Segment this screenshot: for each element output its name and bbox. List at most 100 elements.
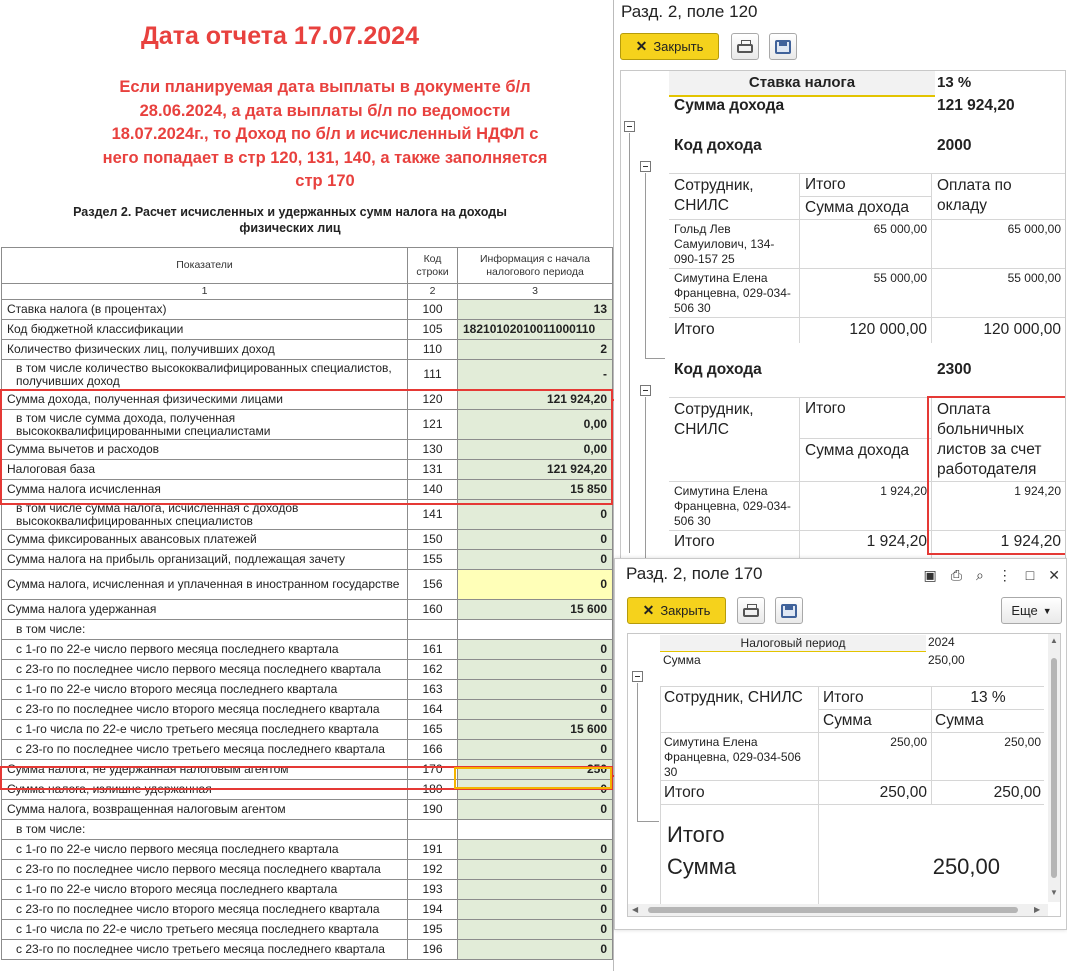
column-employee: Сотрудник, СНИЛС [664, 689, 803, 706]
row-value: 15 600 [457, 599, 613, 620]
row-code: 166 [407, 739, 458, 760]
row-code: 161 [407, 639, 458, 660]
save-button[interactable] [769, 33, 797, 60]
row-code: 100 [407, 299, 458, 320]
preview-icon[interactable]: ⌕ [976, 567, 984, 584]
subtotal-total: 250,00 [879, 784, 927, 801]
report-row: Сумма вычетов и расходов 130 0,00 [1, 439, 613, 460]
close-icon[interactable]: ✕ [1048, 567, 1060, 584]
row-value: 121 924,20 [457, 459, 613, 480]
save-icon[interactable]: ▣ [924, 567, 937, 584]
row-value: 250 [457, 759, 613, 780]
vertical-scrollbar[interactable]: ▲ ▼ [1048, 634, 1060, 902]
row-code: 120 [407, 389, 458, 410]
row-label: Ставка налога (в процентах) [1, 299, 408, 320]
report-row: в том числе: [1, 819, 613, 840]
collapse-icon[interactable] [640, 161, 651, 172]
row-code: 140 [407, 479, 458, 500]
subtotal-label: Итого [664, 784, 705, 801]
column-pay: Оплата по окладу [937, 177, 1012, 214]
scroll-down-icon[interactable]: ▼ [1050, 888, 1058, 897]
scroll-left-icon[interactable]: ◀ [632, 905, 638, 914]
more-button[interactable]: Еще ▼ [1001, 597, 1062, 624]
print-button[interactable] [737, 597, 765, 624]
row-code: 191 [407, 839, 458, 860]
collapse-icon[interactable] [640, 385, 651, 396]
spreadsheet-120[interactable]: Ставка налога 13 % Сумма дохода 121 924,… [620, 70, 1066, 560]
row-code: 155 [407, 549, 458, 570]
row-code: 110 [407, 339, 458, 360]
section2-table: Показатели Код строки Информация с начал… [1, 247, 613, 960]
row-value: 0 [457, 699, 613, 720]
employee-total: 65 000,00 [873, 222, 927, 236]
row-value: 0 [457, 859, 613, 880]
employee-total: 55 000,00 [873, 271, 927, 285]
printer-icon[interactable]: ⎙ [951, 567, 962, 584]
scroll-up-icon[interactable]: ▲ [1050, 636, 1058, 645]
column-rate: 13 % [970, 689, 1006, 706]
row-code [407, 819, 458, 840]
row-value: 0 [457, 679, 613, 700]
scroll-thumb[interactable] [1051, 658, 1057, 878]
spreadsheet-170[interactable]: Налоговый период 2024 Сумма 250,00 Сотру… [627, 633, 1061, 917]
row-label: в том числе: [1, 819, 408, 840]
printer-icon [743, 604, 759, 617]
scroll-right-icon[interactable]: ▶ [1034, 905, 1040, 914]
report-row: с 1-го числа по 22-е число третьего меся… [1, 919, 613, 940]
window-title: Разд. 2, поле 170 [626, 564, 763, 583]
row-code: 156 [407, 569, 458, 600]
collapse-icon[interactable] [632, 671, 643, 682]
row-code: 160 [407, 599, 458, 620]
scroll-thumb[interactable] [648, 907, 1018, 913]
income-label: Сумма дохода [674, 97, 785, 114]
row-label: с 23-го по последнее число первого месяц… [1, 859, 408, 880]
subtotal-label: Итого [674, 321, 715, 338]
column-sub-sum: Сумма [935, 712, 984, 729]
period-value: 2024 [928, 635, 955, 649]
income-code-label: Код дохода [674, 137, 762, 154]
row-value: 0 [457, 919, 613, 940]
row-value: 0 [457, 939, 613, 960]
report-row: Код бюджетной классификации 105 1821010201… [1, 319, 613, 340]
header-info: Информация с начала налогового периода [457, 247, 613, 284]
column-sick-pay: Оплата больничных листов за счет работод… [937, 401, 1042, 478]
row-label: Налоговая база [1, 459, 408, 480]
row-code: 190 [407, 799, 458, 820]
row-value: 0 [457, 549, 613, 570]
header-num: 3 [457, 283, 613, 300]
close-button[interactable]: ✕ Закрыть [627, 597, 726, 624]
window-field-120: Разд. 2, поле 120 ✕ Закрыть Ставка налога… [614, 0, 1067, 560]
row-label: с 23-го по последнее число второго месяц… [1, 899, 408, 920]
row-label: в том числе сумма налога, исчисленная с … [1, 499, 408, 530]
horizontal-scrollbar[interactable]: ◀ ▶ [628, 904, 1048, 916]
print-button[interactable] [731, 33, 759, 60]
close-button[interactable]: ✕ Закрыть [620, 33, 719, 60]
row-label: Сумма дохода, полученная физическими лиц… [1, 389, 408, 410]
report-row: с 23-го по последнее число третьего меся… [1, 939, 613, 960]
row-code: 162 [407, 659, 458, 680]
row-label: Сумма налога исчисленная [1, 479, 408, 500]
row-label: с 1-го по 22-е число первого месяца посл… [1, 639, 408, 660]
chevron-down-icon: ▼ [1042, 605, 1052, 616]
report-row: в том числе количество высококвалифициро… [1, 359, 613, 390]
collapse-icon[interactable] [624, 121, 635, 132]
save-button[interactable] [775, 597, 803, 624]
row-code: 194 [407, 899, 458, 920]
section-title: Раздел 2. Расчет исчисленных и удержанны… [73, 205, 507, 235]
subtotal-label: Итого [674, 533, 715, 550]
income-code-value: 2000 [937, 137, 972, 154]
report-row: Сумма налога, возвращенная налоговым аге… [1, 799, 613, 820]
row-label: Сумма налога, не удержанная налоговым аг… [1, 759, 408, 780]
maximize-icon[interactable]: □ [1026, 567, 1034, 584]
column-total-sub: Сумма дохода [805, 199, 910, 216]
sum-value: 250,00 [928, 653, 965, 667]
report-row: Ставка налога (в процентах) 100 13 [1, 299, 613, 320]
row-label: с 23-го по последнее число первого месяц… [1, 659, 408, 680]
row-label: с 1-го числа по 22-е число третьего меся… [1, 719, 408, 740]
row-value: 0 [457, 739, 613, 760]
column-total: Итого [805, 400, 846, 417]
more-dots-icon[interactable]: ⋮ [998, 567, 1012, 584]
grand-total-label: Итого [667, 822, 725, 847]
row-value: 0 [457, 529, 613, 550]
report-row: Сумма налога на прибыль организаций, под… [1, 549, 613, 570]
